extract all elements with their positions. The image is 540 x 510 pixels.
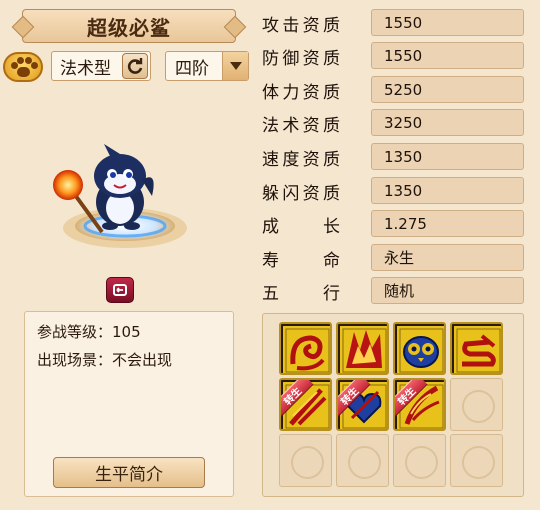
attribute-label: 体力资质 [262,82,340,103]
attribute-label: 五行 [262,283,340,304]
biography-button[interactable]: 生平简介 [53,457,205,488]
attribute-label: 速度资质 [262,149,340,170]
attribute-value: 5250 [371,76,524,103]
pet-portrait [40,140,200,255]
empty-skill-slot [450,434,503,487]
appear-scene-text: 出现场景：不会出现 [37,351,173,369]
refresh-icon [127,58,143,74]
attribute-value: 3250 [371,109,524,136]
chevron-down-icon[interactable] [222,52,248,80]
switch-form-button[interactable] [106,277,134,303]
attribute-value: 随机 [371,277,524,304]
stage-dropdown[interactable]: 四阶 [165,51,249,81]
refresh-button[interactable] [122,53,148,79]
empty-skill-slot [450,378,503,431]
attribute-label: 攻击资质 [262,15,340,36]
stage-value: 四阶 [175,58,209,79]
red-flame-skill-icon[interactable] [336,322,389,375]
pet-detail-panel: 超级必鲨 法术型 四阶 参战等级：105 出现场景：不会出现 生平简介 攻 击 … [0,0,540,510]
attribute-label: 躲闪资质 [262,183,340,204]
paw-icon[interactable] [3,52,43,82]
attribute-value: 1.275 [371,210,524,237]
battle-level-text: 参战等级：105 [37,323,141,341]
red-blades-skill-icon[interactable]: 转生 [279,378,332,431]
red-scroll-skill-icon[interactable] [450,322,503,375]
red-swirl-skill-icon[interactable] [279,322,332,375]
attribute-label: 成长 [262,216,340,237]
empty-skill-slot [279,434,332,487]
skills-grid: 转生 转生 转生 [262,313,524,497]
biography-button-label: 生平简介 [95,465,163,485]
pet-info-panel: 参战等级：105 出现场景：不会出现 生平简介 [24,311,234,497]
red-feather-skill-icon[interactable]: 转生 [393,378,446,431]
attribute-value: 1550 [371,9,524,36]
pet-name: 超级必鲨 [87,15,171,40]
attribute-value: 1350 [371,143,524,170]
attribute-value: 永生 [371,244,524,271]
pet-type: 法术型 [60,58,111,79]
attribute-value: 1550 [371,42,524,69]
blue-owl-skill-icon[interactable] [393,322,446,375]
attribute-value: 1350 [371,177,524,204]
swap-icon [113,284,127,296]
empty-skill-slot [393,434,446,487]
empty-skill-slot [336,434,389,487]
attribute-label: 寿命 [262,250,340,271]
attribute-label: 法术资质 [262,115,340,136]
pet-name-banner: 超级必鲨 [22,9,236,43]
attribute-label: 防御资质 [262,48,340,69]
blue-heart-skill-icon[interactable]: 转生 [336,378,389,431]
